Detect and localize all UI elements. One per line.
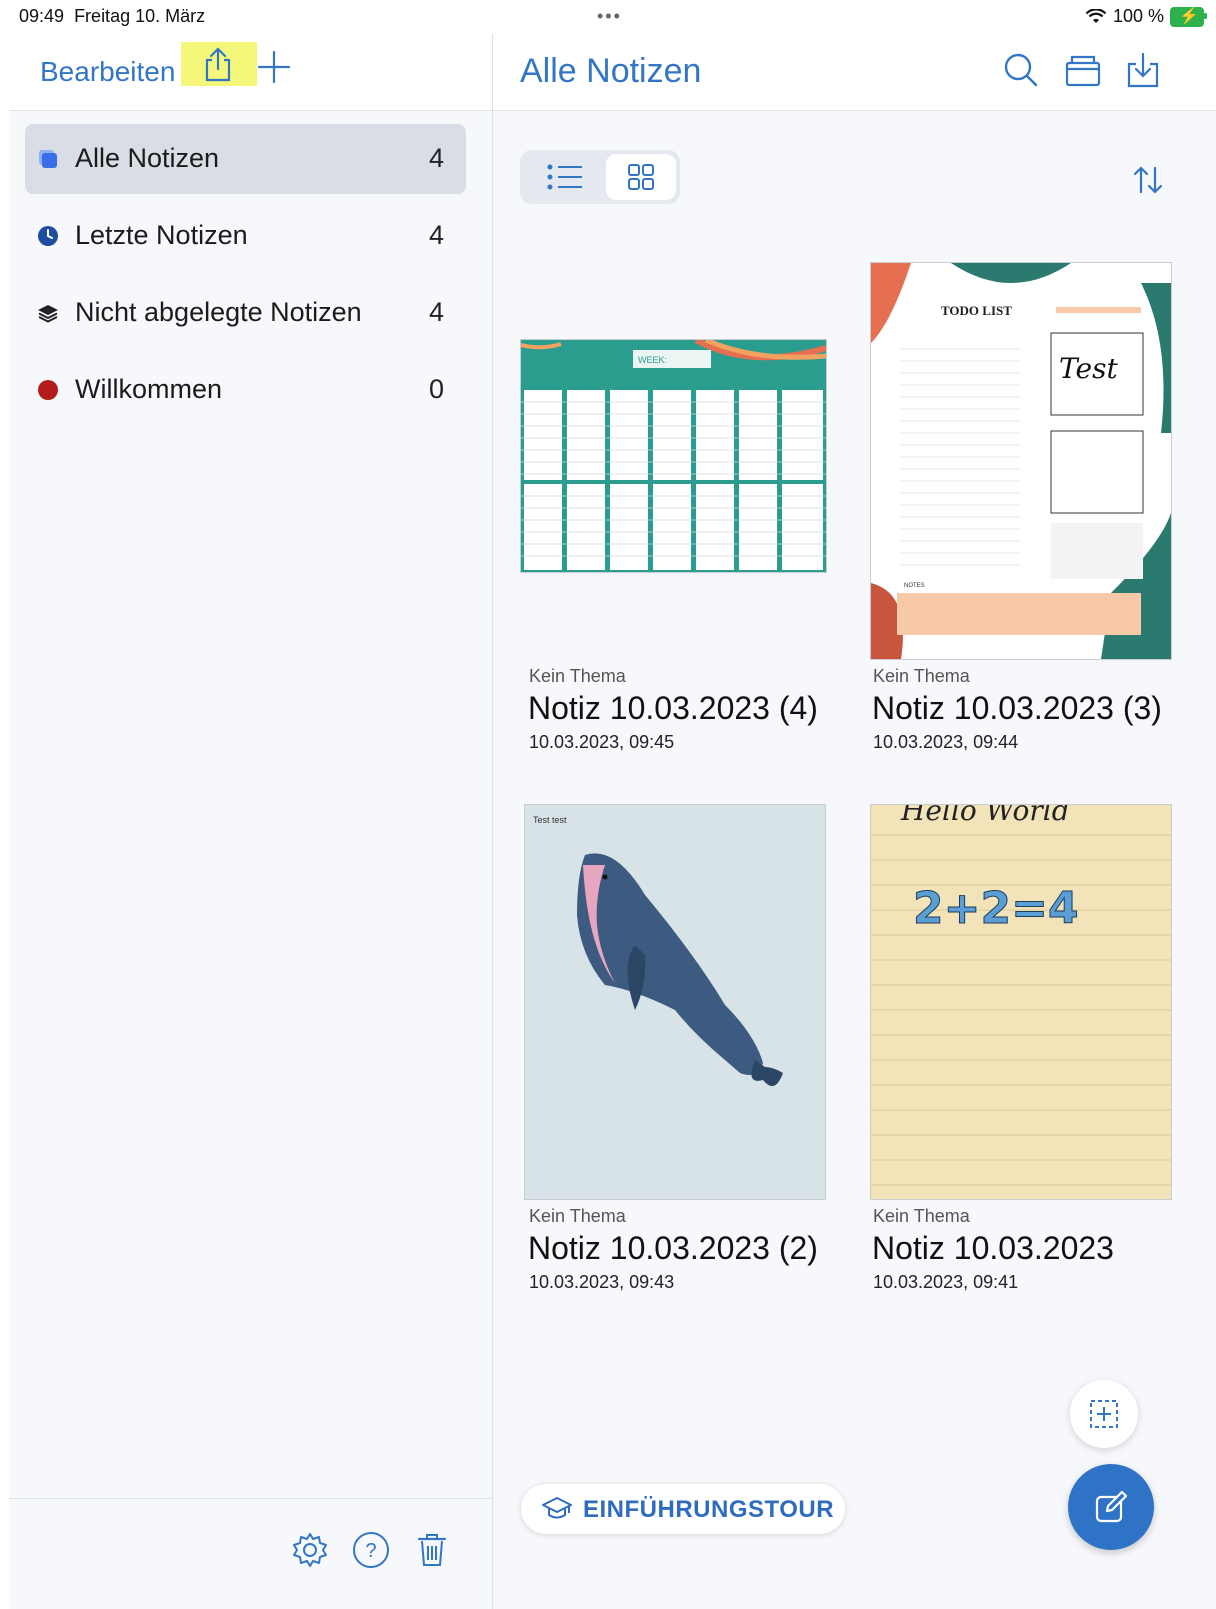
- thumb-notes-label: NOTES: [904, 583, 925, 589]
- battery-icon: ⚡: [1170, 6, 1207, 27]
- wifi-icon: [1085, 8, 1107, 23]
- main-content: Alle Notizen WEEK: Kein Thema Notiz 10.0…: [493, 34, 1216, 1609]
- thumb-handwritten-test: Test: [1059, 352, 1118, 385]
- sidebar: Bearbeiten Alle Notizen 4 Letzte Notizen…: [9, 34, 493, 1609]
- note-title: Notiz 10.03.2023: [872, 1230, 1114, 1266]
- intro-tour-button[interactable]: EINFÜHRUNGSTOUR: [521, 1484, 845, 1534]
- note-thumbnail-hello-world[interactable]: Hello World 2+2=4: [870, 804, 1172, 1200]
- search-icon[interactable]: [1001, 50, 1041, 90]
- note-date: 10.03.2023, 09:43: [529, 1272, 675, 1292]
- scan-add-icon: [1090, 1400, 1118, 1428]
- note-date: 10.03.2023, 09:41: [873, 1272, 1019, 1292]
- multitasking-dots[interactable]: •••: [597, 6, 622, 27]
- thumb-equation: 2+2=4: [913, 883, 1079, 934]
- edit-button[interactable]: Bearbeiten: [40, 56, 175, 88]
- intro-tour-label: EINFÜHRUNGSTOUR: [583, 1496, 835, 1523]
- sidebar-toolbar: Bearbeiten: [9, 34, 492, 111]
- sidebar-item-count: 4: [428, 220, 444, 250]
- grid-view-icon[interactable]: [606, 154, 676, 200]
- note-title: Notiz 10.03.2023 (2): [528, 1230, 818, 1266]
- battery-percent: 100 %: [1112, 6, 1164, 26]
- add-icon[interactable]: [255, 48, 293, 86]
- note-date: 10.03.2023, 09:44: [873, 732, 1019, 752]
- share-icon[interactable]: [199, 46, 237, 84]
- sidebar-item-label: Nicht abgelegte Notizen: [75, 297, 362, 327]
- page-title: Alle Notizen: [520, 52, 702, 90]
- sidebar-item-count: 4: [428, 297, 444, 327]
- graduation-cap-icon: [542, 1497, 572, 1519]
- note-thumbnail-whale[interactable]: Test test: [524, 804, 826, 1200]
- view-mode-toggle: [520, 150, 680, 204]
- note-theme: Kein Thema: [873, 666, 970, 686]
- main-toolbar: Alle Notizen: [493, 34, 1216, 111]
- archive-box-icon[interactable]: [1063, 50, 1103, 90]
- sidebar-item-label: Letzte Notizen: [75, 220, 248, 250]
- thumb-week-label: WEEK:: [638, 355, 667, 365]
- clock-text: 09:49: [19, 6, 65, 26]
- new-note-button[interactable]: [1068, 1464, 1154, 1550]
- note-title: Notiz 10.03.2023 (4): [528, 690, 818, 726]
- help-icon[interactable]: ?: [350, 1529, 392, 1571]
- sidebar-item-count: 4: [428, 143, 444, 173]
- sidebar-item-label: Willkommen: [75, 374, 223, 404]
- layers-icon: [38, 305, 58, 323]
- sidebar-footer: ?: [9, 1498, 492, 1609]
- sidebar-item-label: Alle Notizen: [75, 143, 220, 173]
- note-thumbnail-weekly-planner[interactable]: WEEK:: [520, 339, 827, 573]
- status-bar: 09:49 Freitag 10. März ••• 100 % ⚡: [9, 0, 1216, 34]
- date-text: Freitag 10. März: [74, 6, 206, 26]
- status-time: 09:49 Freitag 10. März: [19, 6, 205, 27]
- scan-button[interactable]: [1070, 1380, 1138, 1448]
- note-theme: Kein Thema: [529, 666, 626, 686]
- sidebar-item-recent-notes[interactable]: Letzte Notizen 4: [25, 201, 466, 271]
- svg-text:?: ?: [365, 1540, 376, 1562]
- thumb-todo-title: TODO LIST: [941, 303, 1012, 318]
- dot-icon: [38, 380, 58, 400]
- sidebar-item-unfiled-notes[interactable]: Nicht abgelegte Notizen 4: [25, 278, 466, 348]
- clock-icon: [38, 226, 58, 246]
- thumb-test-label: Test test: [533, 815, 567, 825]
- note-thumbnail-todo-list[interactable]: TODO LIST Test NOTES: [870, 262, 1172, 660]
- trash-icon[interactable]: [411, 1529, 453, 1571]
- note-theme: Kein Thema: [529, 1206, 626, 1226]
- sidebar-item-all-notes[interactable]: Alle Notizen 4: [25, 124, 466, 194]
- app-window: 09:49 Freitag 10. März ••• 100 % ⚡ Bearb…: [9, 0, 1216, 1609]
- sidebar-item-welcome[interactable]: Willkommen 0: [25, 355, 466, 425]
- status-indicators: 100 % ⚡: [1085, 6, 1207, 27]
- note-theme: Kein Thema: [873, 1206, 970, 1226]
- sort-icon[interactable]: [1128, 160, 1168, 200]
- note-title: Notiz 10.03.2023 (3): [872, 690, 1162, 726]
- square-stack-icon: [39, 150, 57, 168]
- gear-icon[interactable]: [289, 1529, 331, 1571]
- import-icon[interactable]: [1123, 50, 1163, 90]
- thumb-handwritten-hello: Hello World: [900, 804, 1070, 827]
- sidebar-item-count: 0: [428, 374, 444, 404]
- note-date: 10.03.2023, 09:45: [529, 732, 675, 752]
- list-view-icon[interactable]: [528, 156, 600, 198]
- compose-icon: [1095, 1490, 1128, 1523]
